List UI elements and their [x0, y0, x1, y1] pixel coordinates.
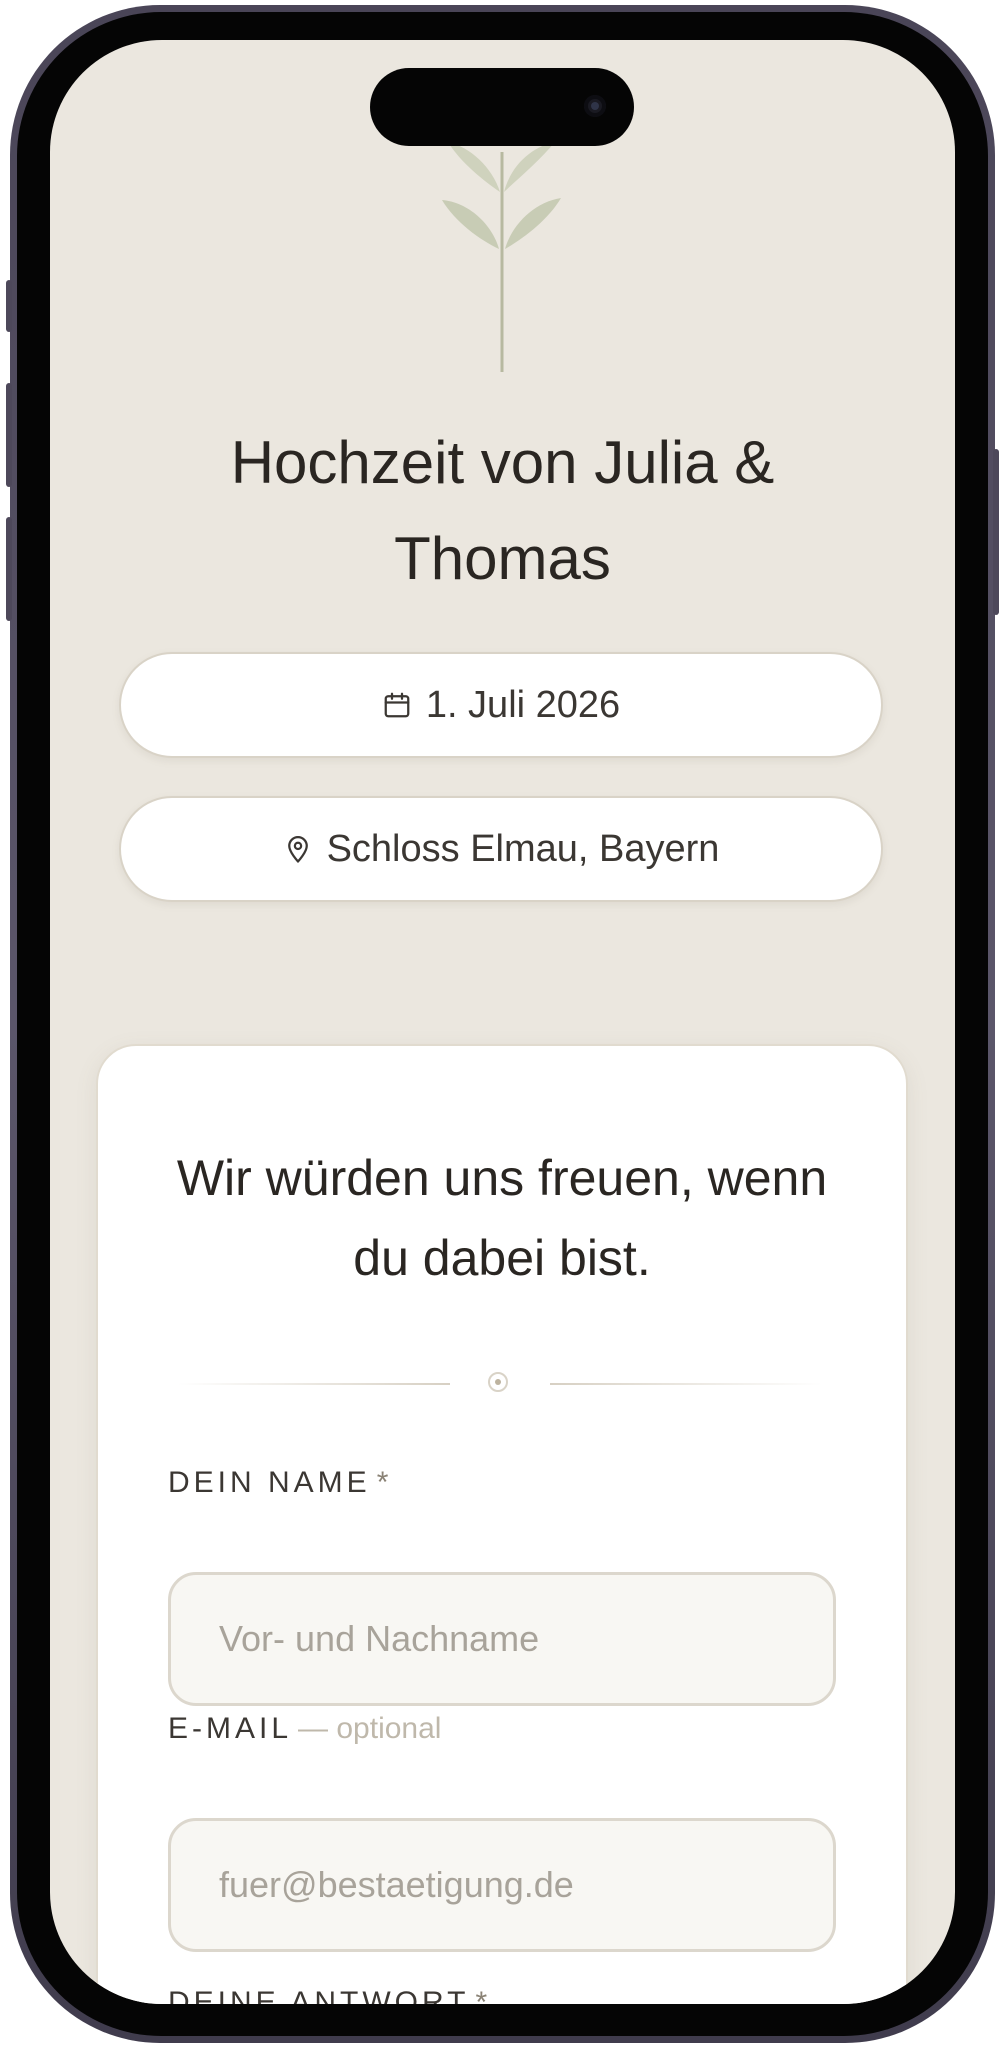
- event-date-pill: 1. Juli 2026: [119, 652, 883, 758]
- volume-down-button: [6, 517, 12, 621]
- name-input[interactable]: [168, 1572, 836, 1706]
- email-label-text: E-MAIL: [168, 1712, 293, 1745]
- rsvp-card: Wir würden uns freuen, wenn du dabei bis…: [96, 1044, 908, 2004]
- answer-field-label: DEINE ANTWORT *: [168, 1986, 491, 2004]
- divider-ornament: [488, 1372, 508, 1392]
- power-button: [993, 449, 999, 615]
- volume-up-button: [6, 383, 12, 487]
- calendar-icon: [384, 692, 410, 718]
- rsvp-heading-line-1: Wir würden uns freuen, wenn: [176, 1150, 828, 1206]
- divider-line-right: [550, 1383, 822, 1385]
- page-title-line-1: Hochzeit von Julia &: [230, 429, 775, 496]
- divider-line-left: [178, 1383, 450, 1385]
- rsvp-heading: Wir würden uns freuen, wenn du dabei bis…: [98, 1138, 906, 1298]
- event-location-pill: Schloss Elmau, Bayern: [119, 796, 883, 902]
- email-input[interactable]: [168, 1818, 836, 1952]
- email-field-label: E-MAIL — optional: [168, 1712, 441, 1746]
- required-marker: *: [376, 1466, 393, 1499]
- page-title-line-2: Thomas: [394, 525, 611, 592]
- event-date-text: 1. Juli 2026: [425, 683, 621, 726]
- screen: Hochzeit von Julia & Thomas 1. Juli 2026…: [50, 40, 955, 2004]
- name-field-label: DEIN NAME *: [168, 1466, 392, 1500]
- dynamic-island: [370, 68, 634, 146]
- action-button: [6, 280, 12, 332]
- answer-label-text: DEINE ANTWORT: [168, 1986, 470, 2004]
- required-marker: *: [475, 1986, 492, 2004]
- rsvp-heading-line-2: du dabei bist.: [353, 1230, 651, 1286]
- map-pin-icon: [287, 836, 308, 863]
- page-title: Hochzeit von Julia & Thomas: [50, 415, 955, 607]
- event-location-text: Schloss Elmau, Bayern: [326, 827, 720, 870]
- olive-branch-icon: [442, 142, 561, 372]
- optional-note: — optional: [298, 1712, 442, 1745]
- name-label-text: DEIN NAME: [168, 1466, 371, 1499]
- front-camera: [584, 95, 606, 117]
